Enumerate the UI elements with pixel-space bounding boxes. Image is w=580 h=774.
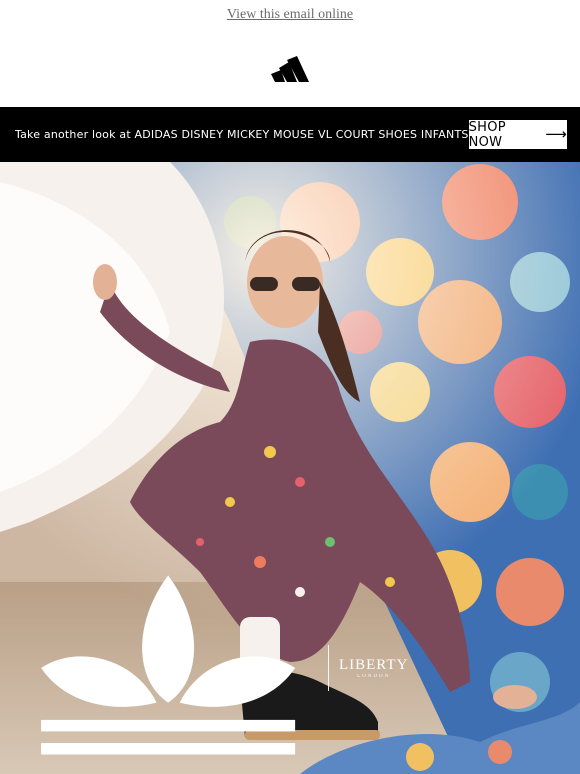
promo-bar: Take another look at ADIDAS DISNEY MICKE… xyxy=(0,107,580,162)
brand-mark: LIBERTY LONDON xyxy=(18,564,408,772)
brand-divider xyxy=(328,645,329,692)
liberty-logo: LIBERTY LONDON xyxy=(339,657,408,679)
hero-image[interactable]: LIBERTY LONDON xyxy=(0,162,580,774)
logo-row xyxy=(0,30,580,107)
arrow-right-icon: ⟶ xyxy=(545,125,567,143)
partner-name: LIBERTY xyxy=(338,657,409,674)
view-online-row: View this email online xyxy=(0,0,580,30)
partner-sub: LONDON xyxy=(357,674,391,680)
view-online-link[interactable]: View this email online xyxy=(227,7,353,23)
adidas-trefoil-icon xyxy=(41,575,296,755)
promo-text: Take another look at ADIDAS DISNEY MICKE… xyxy=(15,128,469,141)
adidas-logo-icon[interactable] xyxy=(271,55,309,82)
shop-now-label: SHOP NOW xyxy=(468,119,506,150)
shop-now-button[interactable]: SHOP NOW ⟶ xyxy=(468,119,567,150)
